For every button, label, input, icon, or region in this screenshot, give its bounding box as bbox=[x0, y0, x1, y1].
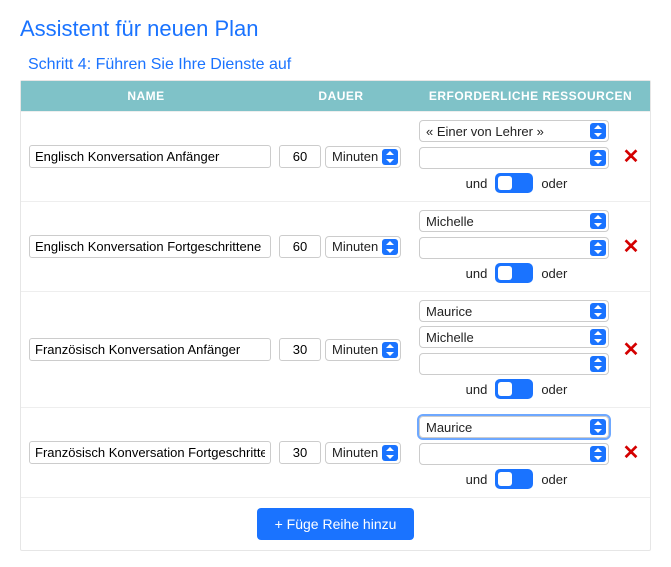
table-row: Minuten Maurice Michelle und oder ✕ bbox=[21, 291, 650, 407]
resource-line bbox=[419, 236, 614, 259]
toggle-knob bbox=[498, 472, 512, 486]
resource-line bbox=[419, 146, 614, 169]
table-footer: + Füge Reihe hinzu bbox=[21, 497, 650, 550]
page-title: Assistent für neuen Plan bbox=[20, 16, 651, 42]
table-row: Minuten Michelle und oder ✕ bbox=[21, 201, 650, 291]
resources-block: « Einer von Lehrer » und oder bbox=[419, 120, 614, 193]
resource-select[interactable] bbox=[419, 237, 609, 259]
duration-unit-select[interactable]: Minuten bbox=[325, 146, 401, 168]
or-label: oder bbox=[541, 176, 567, 191]
and-or-toggle-row: und oder bbox=[419, 469, 614, 489]
select-value: Maurice bbox=[426, 420, 472, 435]
select-value: Minuten bbox=[332, 239, 378, 254]
resource-line bbox=[419, 352, 614, 375]
duration-input[interactable] bbox=[279, 145, 321, 168]
delete-row-button[interactable]: ✕ bbox=[620, 440, 642, 465]
resource-line: Michelle bbox=[419, 326, 614, 348]
and-or-toggle-row: und oder bbox=[419, 263, 614, 283]
resource-line: « Einer von Lehrer » bbox=[419, 120, 614, 142]
toggle-knob bbox=[498, 176, 512, 190]
service-name-input[interactable] bbox=[29, 338, 271, 361]
delete-row-button[interactable]: ✕ bbox=[620, 337, 642, 362]
services-table: NAME DAUER ERFORDERLICHE RESSOURCEN Minu… bbox=[20, 80, 651, 551]
resource-select[interactable] bbox=[419, 443, 609, 465]
duration-unit-select[interactable]: Minuten bbox=[325, 442, 401, 464]
chevron-updown-icon bbox=[384, 151, 396, 163]
chevron-updown-icon bbox=[384, 241, 396, 253]
chevron-updown-icon bbox=[384, 447, 396, 459]
or-label: oder bbox=[541, 266, 567, 281]
and-or-toggle[interactable] bbox=[495, 469, 533, 489]
add-row-button[interactable]: + Füge Reihe hinzu bbox=[257, 508, 415, 540]
resource-select[interactable]: « Einer von Lehrer » bbox=[419, 120, 609, 142]
toggle-knob bbox=[498, 266, 512, 280]
duration-input[interactable] bbox=[279, 338, 321, 361]
table-header: NAME DAUER ERFORDERLICHE RESSOURCEN bbox=[21, 81, 650, 111]
chevron-updown-icon bbox=[592, 152, 604, 164]
service-name-input[interactable] bbox=[29, 235, 271, 258]
resource-select[interactable]: Maurice bbox=[419, 416, 609, 438]
chevron-updown-icon bbox=[592, 215, 604, 227]
resource-line: Michelle bbox=[419, 210, 614, 232]
chevron-updown-icon bbox=[592, 421, 604, 433]
duration-input[interactable] bbox=[279, 441, 321, 464]
duration-unit-select[interactable]: Minuten bbox=[325, 236, 401, 258]
delete-row-button[interactable]: ✕ bbox=[620, 144, 642, 169]
toggle-knob bbox=[498, 382, 512, 396]
and-or-toggle-row: und oder bbox=[419, 173, 614, 193]
and-label: und bbox=[466, 176, 488, 191]
select-value: Maurice bbox=[426, 304, 472, 319]
resource-line: Maurice bbox=[419, 300, 614, 322]
resource-select[interactable]: Maurice bbox=[419, 300, 609, 322]
header-resources: ERFORDERLICHE RESSOURCEN bbox=[411, 81, 650, 111]
duration-unit-select[interactable]: Minuten bbox=[325, 339, 401, 361]
resource-line: Maurice bbox=[419, 416, 614, 438]
resource-select[interactable]: Michelle bbox=[419, 326, 609, 348]
and-or-toggle[interactable] bbox=[495, 263, 533, 283]
header-name: NAME bbox=[21, 81, 271, 111]
select-value: Michelle bbox=[426, 330, 474, 345]
resource-select[interactable]: Michelle bbox=[419, 210, 609, 232]
delete-row-button[interactable]: ✕ bbox=[620, 234, 642, 259]
table-row: Minuten « Einer von Lehrer » und oder ✕ bbox=[21, 111, 650, 201]
and-or-toggle[interactable] bbox=[495, 173, 533, 193]
and-label: und bbox=[466, 266, 488, 281]
resources-block: Michelle und oder bbox=[419, 210, 614, 283]
chevron-updown-icon bbox=[592, 125, 604, 137]
select-value: Minuten bbox=[332, 342, 378, 357]
service-name-input[interactable] bbox=[29, 441, 271, 464]
select-value: Minuten bbox=[332, 149, 378, 164]
select-value: Minuten bbox=[332, 445, 378, 460]
resource-select[interactable] bbox=[419, 147, 609, 169]
duration-input[interactable] bbox=[279, 235, 321, 258]
select-value: Michelle bbox=[426, 214, 474, 229]
chevron-updown-icon bbox=[592, 305, 604, 317]
chevron-updown-icon bbox=[592, 448, 604, 460]
and-or-toggle-row: und oder bbox=[419, 379, 614, 399]
and-or-toggle[interactable] bbox=[495, 379, 533, 399]
or-label: oder bbox=[541, 382, 567, 397]
chevron-updown-icon bbox=[592, 331, 604, 343]
service-name-input[interactable] bbox=[29, 145, 271, 168]
resource-line bbox=[419, 442, 614, 465]
chevron-updown-icon bbox=[592, 242, 604, 254]
header-duration: DAUER bbox=[271, 81, 411, 111]
or-label: oder bbox=[541, 472, 567, 487]
resources-block: Maurice und oder bbox=[419, 416, 614, 489]
and-label: und bbox=[466, 382, 488, 397]
chevron-updown-icon bbox=[592, 358, 604, 370]
table-row: Minuten Maurice und oder ✕ bbox=[21, 407, 650, 497]
and-label: und bbox=[466, 472, 488, 487]
resources-block: Maurice Michelle und oder bbox=[419, 300, 614, 399]
resource-select[interactable] bbox=[419, 353, 609, 375]
select-value: « Einer von Lehrer » bbox=[426, 124, 544, 139]
step-title: Schritt 4: Führen Sie Ihre Dienste auf bbox=[28, 56, 651, 74]
chevron-updown-icon bbox=[384, 344, 396, 356]
